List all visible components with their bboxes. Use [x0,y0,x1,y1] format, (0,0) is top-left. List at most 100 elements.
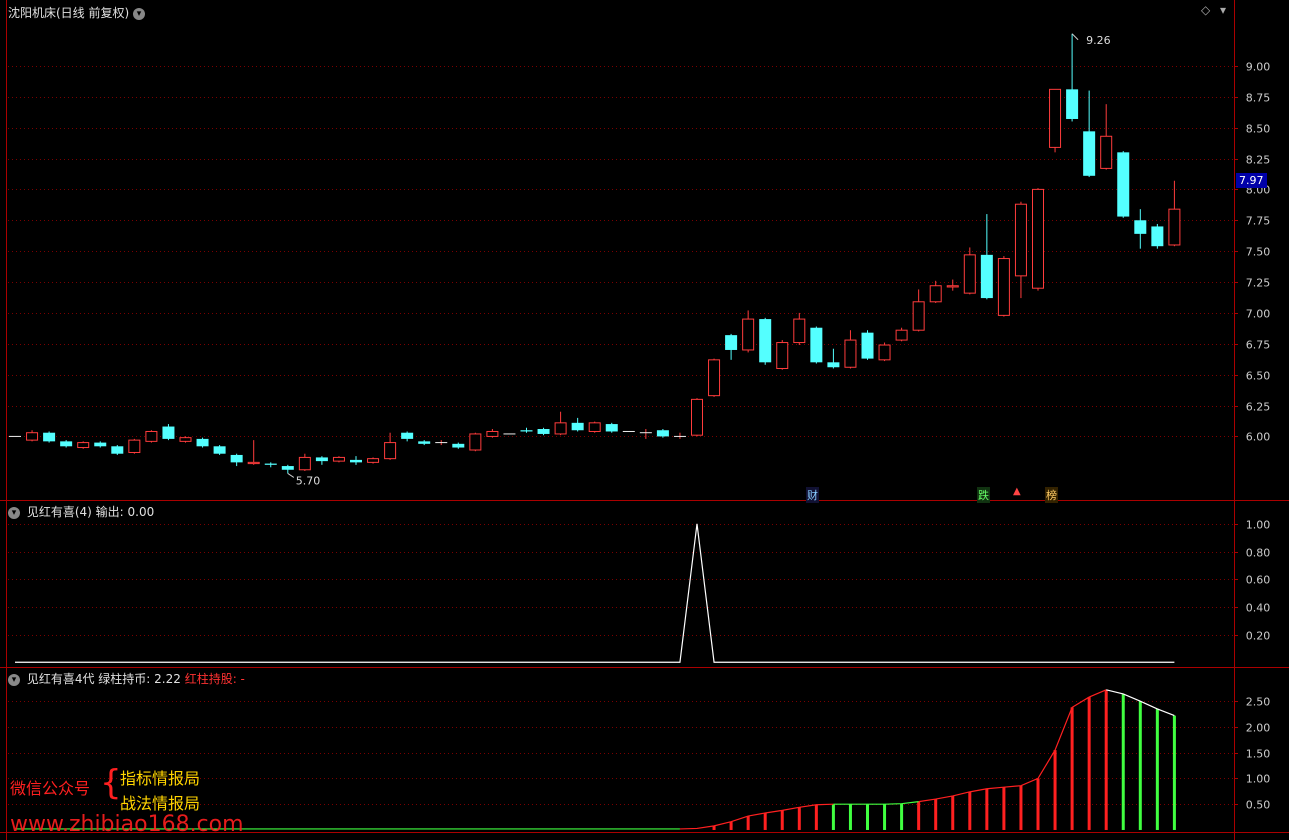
high-price-label: 9.26 [1086,34,1111,47]
candle-up [844,339,857,368]
candle-down [1151,226,1164,247]
indicator2-title[interactable]: ▾ 见红有喜4代 绿柱持币: 2.22 红柱持股: - [8,670,245,687]
candle-down [759,319,772,363]
indicator2-red-text: 红柱持股: - [184,672,245,686]
indicator2-bar [1138,701,1142,830]
y-tick-label: 6.25 [1246,401,1271,414]
indicator2-bar [729,821,733,830]
candle-down [725,335,738,350]
candle-up [895,329,908,341]
candle-up [77,442,90,449]
chevron-down-icon[interactable]: ▾ [1220,3,1226,17]
y-tick-label: 7.00 [1246,308,1271,321]
indicator2-bar [814,804,818,830]
main-title-text: 沈阳机床(日线 前复权) [8,6,130,20]
y-tick-label: 2.00 [1246,722,1271,735]
candle-down [230,454,243,463]
y-tick-label: 6.50 [1246,370,1271,383]
indicator2-bar [900,803,904,830]
candle-up [963,254,976,294]
low-pointer [287,473,295,478]
candle-down [43,432,56,442]
candle-down [571,422,584,431]
chevron-down-icon[interactable]: ▾ [133,7,146,20]
candle-up [145,430,158,442]
indicator2-bar [883,804,887,830]
diamond-icon[interactable]: ◇ [1201,3,1210,17]
indicator2-line-green [833,801,919,805]
candle-up [384,442,397,460]
candle-up [742,318,755,351]
candle-up [1168,208,1181,246]
candle-up [946,285,959,288]
candle-down [401,432,414,439]
indicator2-bar [917,801,921,830]
high-pointer [1071,33,1079,41]
event-marker-die[interactable]: 跌 [977,487,990,503]
candle-down [1066,89,1079,119]
candle-down [827,362,840,368]
chevron-down-icon[interactable]: ▾ [8,673,20,686]
watermark-line1: 指标情报局 [120,769,201,788]
indicator2-bar [763,812,767,830]
candle-up [708,359,721,397]
indicator2-bar [1087,697,1091,830]
candle-up [1032,188,1044,289]
indicator2-bar [1019,785,1023,830]
candle-down [810,327,823,363]
y-tick-label: 0.50 [1246,799,1271,812]
candle-up [1100,135,1113,169]
candle-up [776,342,789,369]
indicator1-line [15,523,1175,663]
y-tick-label: 9.00 [1246,61,1271,74]
candle-down [861,332,874,359]
candle-down [94,442,107,447]
candle-up [486,430,499,437]
indicator2-bar [866,804,869,830]
indicator2-bar [848,804,852,830]
candle-down [213,446,226,454]
event-marker-bang[interactable]: 榜 [1045,487,1058,503]
y-tick-label: 8.50 [1246,123,1271,136]
candle-up [26,432,39,441]
candle-up [1014,203,1027,277]
candle-down [350,459,362,463]
candle-down [162,426,175,439]
indicator2-bar [1070,707,1074,830]
grid-lines [8,66,1234,805]
indicator2-line-red [918,689,1107,803]
indicator2-bar [1155,708,1159,830]
indicator2-line-red [679,803,834,830]
indicator2-bar [1053,750,1057,830]
indicator2-bar [985,788,989,830]
stock-chart-canvas: 9.008.758.508.258.007.757.507.257.006.75… [0,0,1289,840]
candle-up [588,422,601,432]
y-tick-label: 1.00 [1246,519,1271,532]
y-tick-label: 7.75 [1246,215,1271,228]
y-tick-label: 6.00 [1246,431,1271,444]
indicator2-bar [746,816,750,830]
event-marker-cai[interactable]: 财 [806,487,819,503]
candle-down [980,254,993,299]
y-tick-label: 8.75 [1246,92,1271,105]
candle-up [929,285,942,303]
watermark-line2: 战法情报局 [120,794,201,813]
y-tick-label: 1.00 [1246,773,1271,786]
chart-frame [0,0,1289,840]
y-tick-label: 0.60 [1246,574,1271,587]
candle-up [179,437,192,442]
candle-up [554,422,567,435]
indicator1-title-text: 见红有喜(4) 输出: 0.00 [26,505,155,519]
candle-down [111,446,124,454]
candle-down [520,430,533,432]
candle-up [469,433,482,451]
main-chart-title[interactable]: 沈阳机床(日线 前复权) ▾ [8,4,148,21]
candle-down [60,441,73,447]
chevron-down-icon[interactable]: ▾ [8,506,20,519]
indicator2-bar [1002,787,1006,830]
indicator2-bar [797,807,801,830]
indicator1-title[interactable]: ▾ 见红有喜(4) 输出: 0.00 [8,503,154,520]
candle-up [128,439,141,453]
indicator1-series [15,523,1175,663]
candle-down [605,424,618,432]
